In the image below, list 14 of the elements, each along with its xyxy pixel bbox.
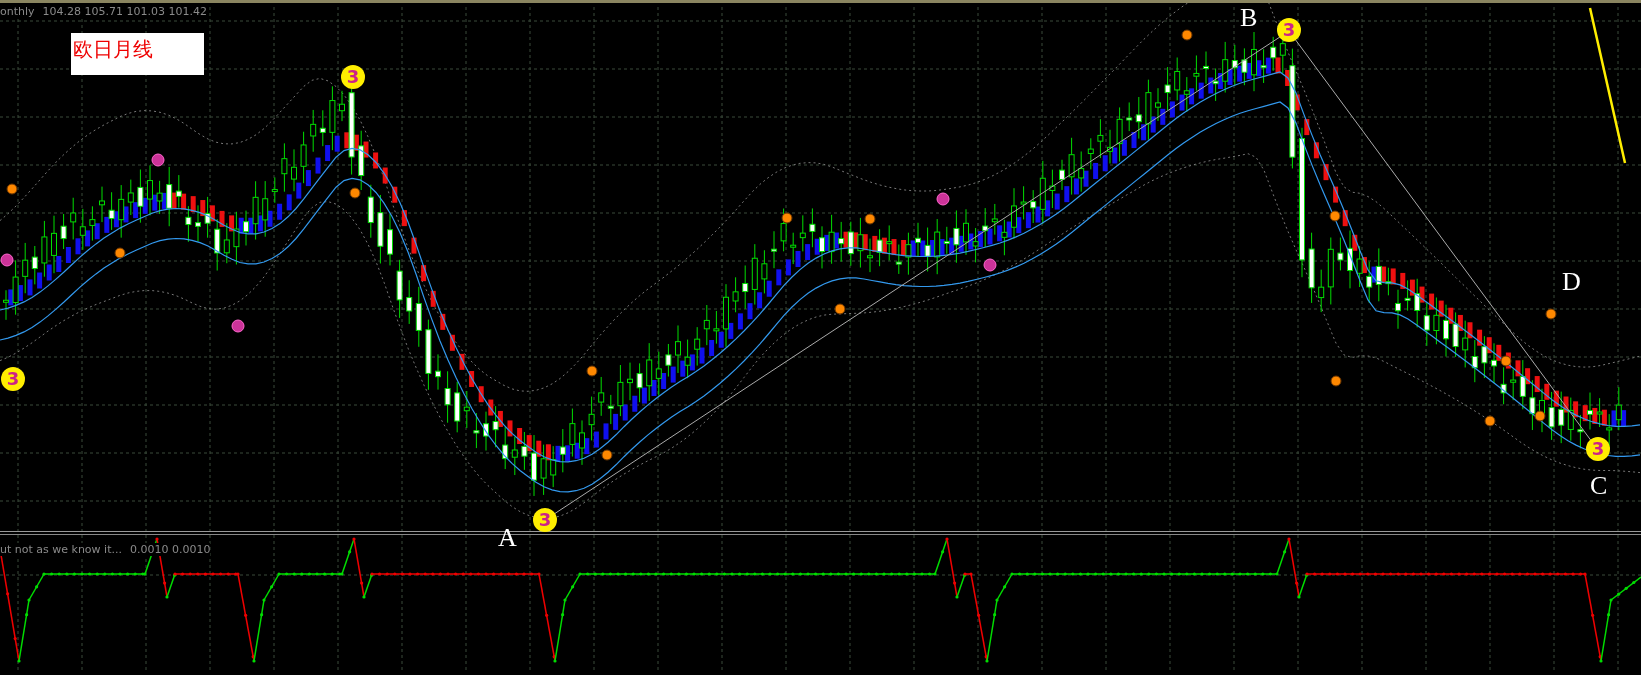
wave-label: C (1590, 473, 1608, 499)
ohlc-values: 104.28 105.71 101.03 101.42 (42, 5, 207, 18)
wave-marker: 3 (1, 367, 25, 391)
wave-marker: 3 (1586, 437, 1610, 461)
chart-title-label: 欧日月线 (71, 33, 204, 75)
wave-marker: 3 (1277, 18, 1301, 42)
wave-label: D (1562, 269, 1581, 295)
indicator-values: 0.0010 0.0010 (129, 543, 211, 556)
indicator-name: ut not as we know it... (0, 543, 122, 556)
wave-marker: 3 (341, 65, 365, 89)
wave-label: B (1240, 5, 1258, 31)
timeframe-label: onthly (0, 5, 35, 18)
wave-label: A (498, 525, 517, 551)
wave-marker: 3 (533, 508, 557, 532)
